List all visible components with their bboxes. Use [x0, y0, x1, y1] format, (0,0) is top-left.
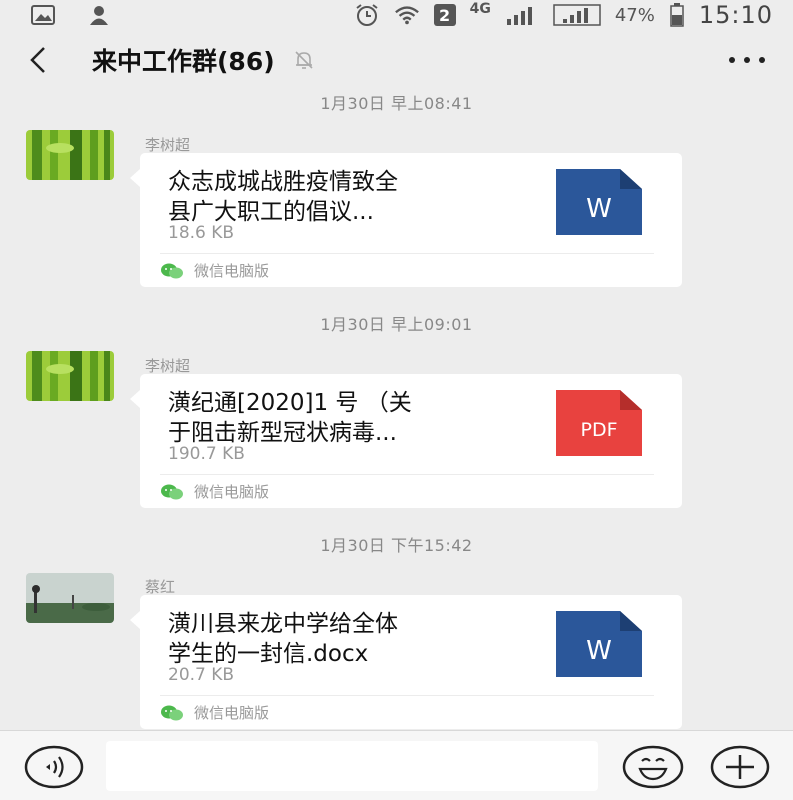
voice-icon: [24, 745, 84, 789]
file-name: 众志成城战胜疫情致全 县广大职工的倡议...: [168, 169, 398, 225]
card-divider: [160, 253, 654, 254]
wifi-icon: [394, 4, 420, 26]
battery-percent: 47%: [614, 4, 655, 26]
file-message-card[interactable]: 众志成城战胜疫情致全 县广大职工的倡议... 18.6 KB W 微信电脑版: [130, 153, 682, 287]
plus-icon: [710, 745, 770, 789]
page-title: 来中工作群(86): [92, 47, 275, 76]
status-time: 15:10: [698, 1, 773, 29]
signal-icon-secondary: [553, 4, 601, 26]
source-label: 微信电脑版: [194, 483, 270, 501]
word-file-icon: W: [556, 169, 642, 235]
file-size: 190.7 KB: [168, 444, 245, 464]
card-source: 微信电脑版: [160, 702, 269, 723]
pdf-file-icon: PDF: [556, 390, 642, 456]
file-message-card[interactable]: 潢纪通[2020]1 号 （关 于阻击新型冠状病毒... 190.7 KB PD…: [130, 374, 682, 508]
message-timestamp: 1月30日 早上08:41: [320, 94, 473, 113]
avatar[interactable]: [26, 351, 114, 401]
message-timestamp: 1月30日 下午15:42: [320, 536, 473, 555]
voice-button[interactable]: [24, 745, 84, 793]
sim-slot-badge: 2: [433, 4, 456, 26]
file-size: 20.7 KB: [168, 665, 235, 685]
battery-icon: [669, 3, 685, 27]
gallery-icon: [30, 4, 56, 26]
file-size: 18.6 KB: [168, 223, 235, 243]
source-label: 微信电脑版: [194, 262, 270, 280]
emoji-button[interactable]: [622, 745, 684, 793]
word-file-icon: W: [556, 611, 642, 677]
card-source: 微信电脑版: [160, 260, 269, 281]
status-bar: 2 4G 47% 15:10: [0, 0, 793, 30]
wechat-icon: [161, 263, 183, 278]
more-dots-icon: [729, 57, 765, 63]
sender-name: 李树超: [145, 136, 191, 154]
avatar[interactable]: [26, 573, 114, 623]
chat-header: 来中工作群(86): [0, 34, 793, 86]
bell-off-icon: [293, 49, 315, 71]
network-type: 4G: [469, 1, 491, 17]
more-button[interactable]: [727, 45, 767, 75]
svg-text:W: W: [586, 194, 612, 224]
chevron-left-icon: [30, 47, 45, 73]
message-timestamp: 1月30日 早上09:01: [320, 315, 473, 334]
sender-name: 蔡红: [145, 578, 176, 596]
emoji-icon: [622, 745, 684, 789]
file-message-card[interactable]: 潢川县来龙中学给全体 学生的一封信.docx 20.7 KB W 微信电脑版: [130, 595, 682, 729]
file-name: 潢纪通[2020]1 号 （关 于阻击新型冠状病毒...: [168, 390, 412, 446]
sender-name: 李树超: [145, 357, 191, 375]
app-notification-icon: [86, 4, 112, 26]
source-label: 微信电脑版: [194, 704, 270, 722]
avatar[interactable]: [26, 130, 114, 180]
card-divider: [160, 474, 654, 475]
input-bar: [0, 730, 793, 800]
signal-icon: [505, 4, 539, 26]
wechat-icon: [161, 484, 183, 499]
card-divider: [160, 695, 654, 696]
file-name: 潢川县来龙中学给全体 学生的一封信.docx: [168, 611, 398, 667]
svg-text:PDF: PDF: [580, 419, 617, 441]
alarm-icon: [354, 4, 380, 26]
svg-text:W: W: [586, 636, 612, 666]
wechat-icon: [161, 705, 183, 720]
plus-button[interactable]: [710, 745, 770, 793]
card-source: 微信电脑版: [160, 481, 269, 502]
message-input[interactable]: [106, 741, 598, 791]
back-button[interactable]: [28, 40, 58, 80]
